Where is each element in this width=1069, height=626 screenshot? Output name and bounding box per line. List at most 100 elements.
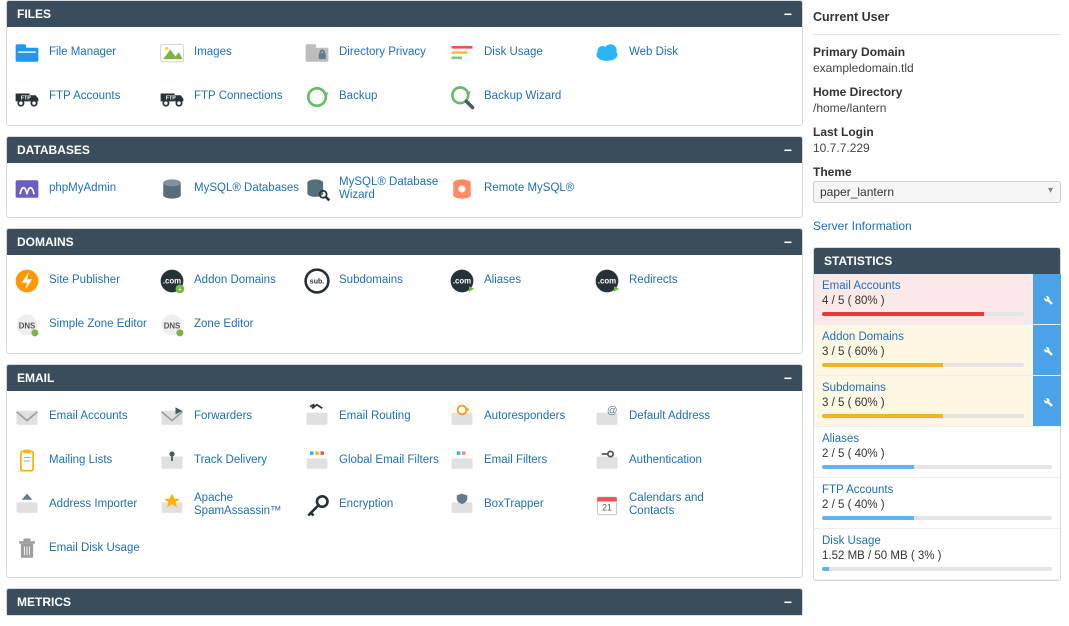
- directory-privacy-icon: [303, 39, 331, 67]
- email-accounts-stat-bar: [822, 312, 1024, 316]
- disk-usage-stat-bar: [822, 567, 1052, 571]
- mailing-lists-link[interactable]: Mailing Lists: [13, 447, 158, 475]
- subdomains-stat-label[interactable]: Subdomains: [822, 382, 1024, 394]
- svg-text:.com: .com: [453, 277, 471, 286]
- email-routing-link[interactable]: Email Routing: [303, 403, 448, 431]
- remote-mysql-label: Remote MySQL®: [484, 182, 574, 195]
- svg-text:.com: .com: [163, 277, 181, 286]
- theme-label: Theme: [813, 165, 1061, 179]
- site-publisher-link[interactable]: Site Publisher: [13, 267, 158, 295]
- mailing-lists-label: Mailing Lists: [49, 454, 112, 467]
- ftp-accounts-stat-label[interactable]: FTP Accounts: [822, 484, 1052, 496]
- autoresponders-link[interactable]: Autoresponders: [448, 403, 593, 431]
- disk-usage-stat-label[interactable]: Disk Usage: [822, 535, 1052, 547]
- mysql-db-label: MySQL® Databases: [194, 182, 299, 195]
- web-disk-link[interactable]: Web Disk: [593, 39, 738, 67]
- files-heading: FILES: [17, 7, 51, 21]
- authentication-link[interactable]: Authentication: [593, 447, 738, 475]
- svg-text:FTP: FTP: [21, 96, 31, 102]
- backup-wizard-icon: [448, 83, 476, 111]
- images-link[interactable]: Images: [158, 39, 303, 67]
- redirects-icon: .com: [593, 267, 621, 295]
- calendars-label: Calendars and Contacts: [629, 492, 738, 518]
- home-directory-label: Home Directory: [813, 85, 1061, 99]
- email-filters-icon: [448, 447, 476, 475]
- domains-collapse-icon[interactable]: −: [784, 237, 792, 247]
- simple-zone-link[interactable]: DNSSimple Zone Editor: [13, 311, 158, 339]
- forwarders-link[interactable]: Forwarders: [158, 403, 303, 431]
- addon-domains-icon: .com+: [158, 267, 186, 295]
- spamassassin-label: Apache SpamAssassin™: [194, 492, 303, 518]
- zone-editor-link[interactable]: DNSZone Editor: [158, 311, 303, 339]
- global-filters-link[interactable]: Global Email Filters: [303, 447, 448, 475]
- ftp-connections-link[interactable]: FTPFTP Connections: [158, 83, 303, 111]
- encryption-link[interactable]: Encryption: [303, 491, 448, 519]
- boxtrapper-label: BoxTrapper: [484, 498, 544, 511]
- domains-heading: DOMAINS: [17, 235, 74, 249]
- svg-text:sub.: sub.: [310, 279, 324, 286]
- global-filters-icon: [303, 447, 331, 475]
- spamassassin-icon: [158, 491, 186, 519]
- backup-link[interactable]: Backup: [303, 83, 448, 111]
- email-collapse-icon[interactable]: −: [784, 373, 792, 383]
- email-filters-link[interactable]: Email Filters: [448, 447, 593, 475]
- primary-domain-value: exampledomain.tld: [813, 61, 1061, 75]
- calendars-link[interactable]: 21Calendars and Contacts: [593, 491, 738, 519]
- subdomains-stat-wrench-icon[interactable]: [1033, 376, 1061, 426]
- address-importer-link[interactable]: Address Importer: [13, 491, 158, 519]
- server-information-link[interactable]: Server Information: [813, 219, 912, 233]
- boxtrapper-icon: [448, 491, 476, 519]
- disk-usage-stat-value: 1.52 MB / 50 MB ( 3% ): [822, 550, 1052, 562]
- addon-domains-link[interactable]: .com+Addon Domains: [158, 267, 303, 295]
- email-accounts-stat-wrench-icon[interactable]: [1033, 274, 1061, 324]
- last-login-label: Last Login: [813, 125, 1061, 139]
- files-collapse-icon[interactable]: −: [784, 9, 792, 19]
- default-address-label: Default Address: [629, 410, 710, 423]
- redirects-link[interactable]: .comRedirects: [593, 267, 738, 295]
- metrics-collapse-icon[interactable]: −: [784, 597, 792, 607]
- current-user-heading: Current User: [813, 10, 1061, 24]
- boxtrapper-link[interactable]: BoxTrapper: [448, 491, 593, 519]
- svg-text:DNS: DNS: [164, 322, 181, 331]
- aliases-stat-label[interactable]: Aliases: [822, 433, 1052, 445]
- encryption-icon: [303, 491, 331, 519]
- subdomains-label: Subdomains: [339, 274, 403, 287]
- mailing-lists-icon: [13, 447, 41, 475]
- mysql-db-link[interactable]: MySQL® Databases: [158, 175, 303, 203]
- mysql-wizard-link[interactable]: MySQL® Database Wizard: [303, 175, 448, 203]
- addon-domains-stat-label[interactable]: Addon Domains: [822, 331, 1024, 343]
- default-address-link[interactable]: @ Default Address: [593, 403, 738, 431]
- ftp-accounts-link[interactable]: FTP FTP Accounts: [13, 83, 158, 111]
- remote-mysql-link[interactable]: Remote MySQL®: [448, 175, 593, 203]
- aliases-link[interactable]: .comAliases: [448, 267, 593, 295]
- ftp-accounts-label: FTP Accounts: [49, 90, 120, 103]
- file-manager-link[interactable]: File Manager: [13, 39, 158, 67]
- disk-usage-label: Disk Usage: [484, 46, 543, 59]
- email-accounts-stat-label[interactable]: Email Accounts: [822, 280, 1024, 292]
- mysql-wizard-label: MySQL® Database Wizard: [339, 176, 448, 202]
- ftp-accounts-icon: FTP: [13, 83, 41, 111]
- home-directory-value: /home/lantern: [813, 101, 1061, 115]
- backup-wizard-link[interactable]: Backup Wizard: [448, 83, 593, 111]
- theme-select[interactable]: paper_lantern: [813, 181, 1061, 203]
- email-accounts-label: Email Accounts: [49, 410, 128, 423]
- svg-text:+: +: [178, 287, 182, 294]
- disk-usage-link[interactable]: Disk Usage: [448, 39, 593, 67]
- databases-collapse-icon[interactable]: −: [784, 145, 792, 155]
- subdomains-stat-value: 3 / 5 ( 60% ): [822, 397, 1024, 409]
- subdomains-stat: Subdomains 3 / 5 ( 60% ): [814, 376, 1060, 427]
- spamassassin-link[interactable]: Apache SpamAssassin™: [158, 491, 303, 519]
- default-address-icon: @: [593, 403, 621, 431]
- file-manager-label: File Manager: [49, 46, 116, 59]
- subdomains-link[interactable]: sub. Subdomains: [303, 267, 448, 295]
- track-delivery-link[interactable]: Track Delivery: [158, 447, 303, 475]
- email-disk-link[interactable]: Email Disk Usage: [13, 535, 158, 563]
- email-filters-label: Email Filters: [484, 454, 547, 467]
- directory-privacy-link[interactable]: Directory Privacy: [303, 39, 448, 67]
- backup-wizard-label: Backup Wizard: [484, 90, 561, 103]
- autoresponders-label: Autoresponders: [484, 410, 565, 423]
- svg-text:FTP: FTP: [166, 96, 176, 102]
- addon-domains-stat-wrench-icon[interactable]: [1033, 325, 1061, 375]
- phpmyadmin-link[interactable]: phpMyAdmin: [13, 175, 158, 203]
- email-accounts-link[interactable]: Email Accounts: [13, 403, 158, 431]
